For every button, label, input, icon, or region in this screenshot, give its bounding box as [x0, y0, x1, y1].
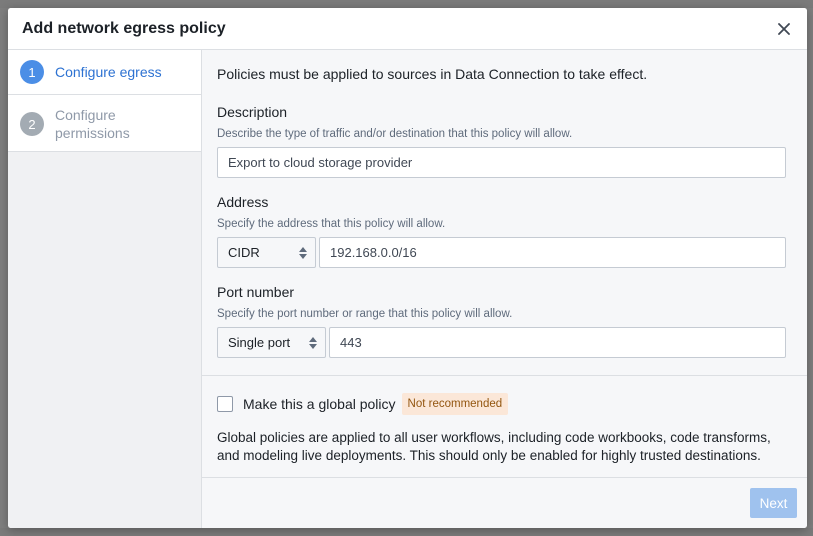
step-label: Configure egress: [55, 64, 162, 80]
address-type-select[interactable]: CIDR: [217, 237, 316, 268]
address-group: Address Specify the address that this po…: [217, 194, 792, 268]
port-type-select[interactable]: Single port: [217, 327, 326, 358]
global-policy-row: Make this a global policy Not recommende…: [217, 393, 792, 416]
address-row: CIDR 192.168.0.0/16: [217, 237, 792, 268]
step-content: Policies must be applied to sources in D…: [202, 50, 807, 528]
description-helper: Describe the type of traffic and/or dest…: [217, 128, 573, 140]
global-policy-label[interactable]: Make this a global policy: [243, 396, 396, 412]
step-number: 1: [20, 60, 44, 84]
close-icon: [778, 22, 790, 35]
port-type-value: Single port: [228, 335, 291, 350]
double-caret-icon: [299, 246, 307, 259]
close-button[interactable]: [775, 20, 793, 38]
dialog-body: 1 Configure egress 2 Configure permissio…: [8, 50, 807, 528]
global-policy-description: Global policies are applied to all user …: [217, 430, 771, 464]
description-input[interactable]: Export to cloud storage provider: [217, 147, 786, 178]
steps-sidebar: 1 Configure egress 2 Configure permissio…: [8, 50, 202, 528]
description-label: Description: [217, 104, 288, 120]
description-group: Description Describe the type of traffic…: [217, 104, 792, 178]
port-group: Port number Specify the port number or r…: [217, 284, 792, 358]
double-caret-icon: [309, 336, 317, 349]
dialog-footer: Next: [202, 478, 807, 528]
dialog-title: Add network egress policy: [22, 19, 226, 37]
dialog-header: Add network egress policy: [8, 8, 807, 50]
address-label: Address: [217, 194, 269, 210]
address-input[interactable]: 192.168.0.0/16: [319, 237, 786, 268]
backdrop-bottom: [0, 528, 813, 536]
global-policy-section: Make this a global policy Not recommende…: [202, 376, 807, 477]
port-label: Port number: [217, 284, 295, 300]
step-configure-permissions[interactable]: 2 Configure permissions: [8, 95, 201, 152]
backdrop-left: [0, 8, 8, 536]
egress-policy-dialog: Add network egress policy 1 Configure eg…: [8, 8, 807, 528]
step-number: 2: [20, 112, 44, 136]
egress-form: Policies must be applied to sources in D…: [202, 50, 807, 375]
port-input[interactable]: 443: [329, 327, 786, 358]
intro-text: Policies must be applied to sources in D…: [217, 66, 648, 82]
global-policy-checkbox[interactable]: [217, 396, 233, 413]
port-helper: Specify the port number or range that th…: [217, 308, 513, 320]
address-type-value: CIDR: [228, 245, 260, 260]
backdrop-top: [0, 0, 813, 8]
step-configure-egress[interactable]: 1 Configure egress: [8, 50, 201, 95]
address-helper: Specify the address that this policy wil…: [217, 218, 446, 230]
step-label: Configure permissions: [55, 107, 130, 141]
next-button[interactable]: Next: [750, 488, 797, 519]
backdrop-right: [807, 8, 813, 536]
port-row: Single port 443: [217, 327, 792, 358]
not-recommended-badge: Not recommended: [401, 393, 509, 416]
